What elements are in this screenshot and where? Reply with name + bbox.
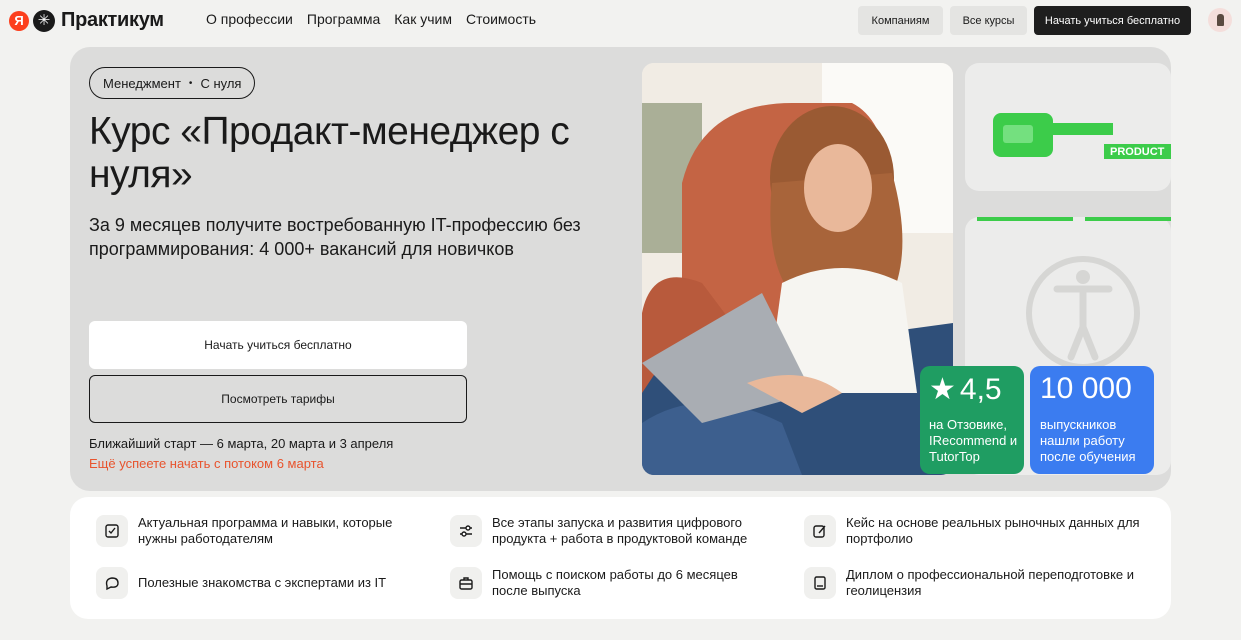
nav-how-we-teach[interactable]: Как учим (394, 11, 452, 27)
diploma-icon (804, 567, 836, 599)
start-free-button[interactable]: Начать учиться бесплатно (89, 321, 467, 369)
feature-text: Диплом о профессиональной переподготовке… (846, 567, 1135, 598)
start-dates: Ближайший старт — 6 марта, 20 марта и 3 … (89, 436, 394, 451)
all-courses-button[interactable]: Все курсы (950, 6, 1027, 35)
feature-item: Диплом о профессиональной переподготовке… (804, 567, 1144, 599)
feature-text: Кейс на основе реальных рыночных данных … (846, 515, 1140, 546)
view-plans-button[interactable]: Посмотреть тарифы (89, 375, 467, 423)
graduates-text: выпускников нашли работу после обучения (1040, 417, 1136, 464)
graduates-card: 10 000 выпускников нашли работу после об… (1030, 366, 1154, 474)
feature-item: Актуальная программа и навыки, которые н… (96, 515, 396, 547)
nav-program[interactable]: Программа (307, 11, 380, 27)
rating-text: на Отзовике, IRecommend и TutorTop (929, 417, 1018, 464)
woman-laptop-illustration (642, 63, 953, 475)
briefcase-icon (450, 567, 482, 599)
sliders-icon (450, 515, 482, 547)
graduates-value: 10 000 (1040, 372, 1132, 405)
page-subtitle: За 9 месяцев получите востребованную IT-… (89, 215, 581, 259)
praktikum-star-icon: ✳ (33, 9, 55, 32)
feature-item: Кейс на основе реальных рыночных данных … (804, 515, 1144, 547)
tag-level: С нуля (200, 75, 242, 91)
product-label: PRODUCT (1104, 144, 1171, 159)
product-tag-icon (993, 107, 1119, 172)
rating-card: ★ 4,5 на Отзовике, IRecommend и TutorTop (920, 366, 1024, 474)
start-free-header-button[interactable]: Начать учиться бесплатно (1034, 6, 1191, 35)
companies-button[interactable]: Компаниям (858, 6, 943, 35)
avatar[interactable] (1208, 8, 1232, 32)
tag-category: Менеджмент (103, 75, 181, 91)
category-tag: Менеджмент • С нуля (89, 67, 256, 99)
nav-about[interactable]: О профессии (206, 11, 293, 27)
rating-value: 4,5 (959, 372, 1002, 406)
chat-icon (96, 567, 128, 599)
site-header: Я ✳ Практикум О профессии Программа Как … (0, 0, 1241, 40)
start-hint: Ещё успеете начать с потоком 6 марта (89, 456, 324, 471)
logo-text: Практикум (61, 9, 164, 31)
logo[interactable]: Я ✳ Практикум (9, 9, 164, 32)
feature-text: Полезные знакомства с экспертами из IT (138, 575, 387, 590)
edit-icon (804, 515, 836, 547)
feature-text: Помощь с поиском работы до 6 месяцев пос… (492, 567, 738, 598)
feature-item: Помощь с поиском работы до 6 месяцев пос… (450, 567, 770, 599)
yandex-logo-icon: Я (9, 10, 29, 31)
main-nav: О профессии Программа Как учим Стоимость (206, 11, 536, 27)
page-title: Курс «Продакт-менеджер с нуля» (89, 110, 570, 196)
feature-item: Все этапы запуска и развития цифрового п… (450, 515, 770, 547)
feature-text: Актуальная программа и навыки, которые н… (138, 515, 393, 546)
checkbox-icon (96, 515, 128, 547)
star-icon: ★ (929, 373, 956, 406)
user-icon (1216, 14, 1224, 26)
rating-value-row: ★ 4,5 (929, 372, 1002, 407)
student-photo (642, 63, 953, 475)
tag-dot-icon: • (188, 77, 193, 89)
hero-section: Менеджмент • С нуля Курс «Продакт-менедж… (70, 47, 1171, 491)
feature-item: Полезные знакомства с экспертами из IT (96, 567, 396, 599)
features-section: Актуальная программа и навыки, которые н… (70, 497, 1171, 619)
nav-price[interactable]: Стоимость (466, 11, 536, 27)
feature-text: Все этапы запуска и развития цифрового п… (492, 515, 748, 546)
